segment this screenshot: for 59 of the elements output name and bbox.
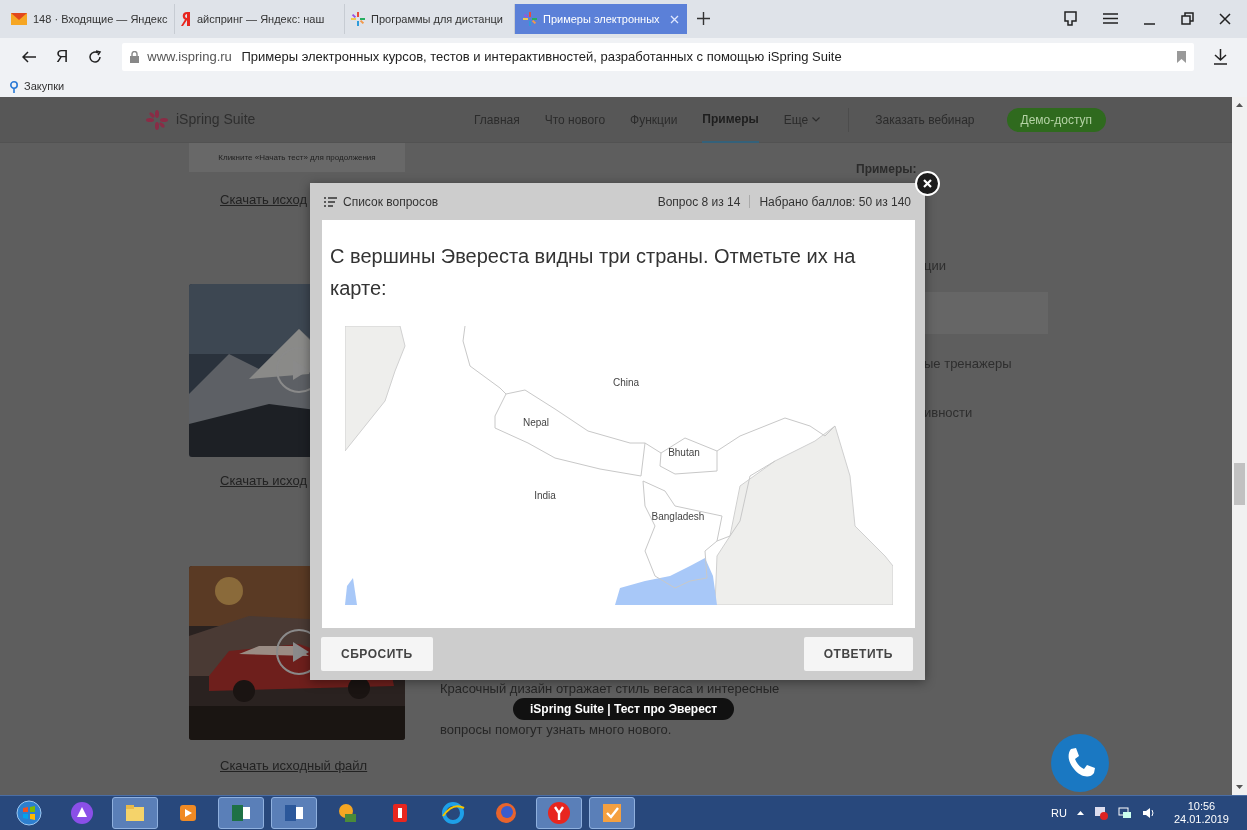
quiz-button[interactable]: СБРОСИТЬ: [321, 637, 433, 671]
browser-logo[interactable]: Я: [56, 44, 69, 70]
mail-icon: [11, 13, 27, 25]
map-drawing[interactable]: China Nepal Bhutan India Bangladesh: [345, 326, 893, 605]
browser-tab[interactable]: айспринг — Яндекс: наш: [175, 4, 345, 34]
yandex-icon: [181, 12, 191, 26]
score-text: Набрано баллов: 50 из 140: [759, 193, 911, 211]
close-icon[interactable]: [1219, 12, 1231, 25]
menu-icon[interactable]: [1103, 13, 1118, 24]
phone-button[interactable]: [1050, 733, 1110, 793]
volume-icon[interactable]: [1141, 806, 1156, 820]
bookmark-icon[interactable]: [1177, 51, 1186, 63]
taskbar-button[interactable]: [218, 797, 264, 829]
scrollbar[interactable]: [1232, 97, 1247, 795]
question-counter: Вопрос 8 из 14: [657, 193, 741, 211]
browser-tab[interactable]: 148 · Входящие — Яндекс: [5, 4, 175, 34]
nav-link[interactable]: Примеры: [702, 97, 759, 143]
tooltip: iSpring Suite | Тест про Эверест: [513, 698, 735, 720]
map-label: Nepal: [522, 417, 550, 428]
flag-icon[interactable]: [1093, 806, 1108, 820]
arrow-up-icon[interactable]: [1236, 103, 1243, 107]
reload-icon[interactable]: [88, 50, 103, 64]
assistant-icon: [69, 800, 95, 826]
map-label: China: [612, 377, 640, 388]
clock[interactable]: 10:56 24.01.2019: [1173, 800, 1229, 826]
map-label: Bangladesh: [651, 511, 705, 522]
browser-tab[interactable]: Примеры электронных: [515, 4, 687, 34]
address-field[interactable]: www.ispring.ru Примеры электронных курсов, тестов и интерактивностей, разработанных с помощью iSpring Suite: [122, 43, 1194, 71]
demo-button[interactable]: Демо-доступ: [1006, 107, 1107, 132]
question-list-button[interactable]: Список вопросов: [324, 192, 439, 211]
bookmark[interactable]: Закупки: [10, 78, 65, 95]
list-icon: [324, 196, 337, 207]
back-icon[interactable]: [22, 51, 36, 63]
description-text: вопросы помогут узнать много нового.: [440, 722, 672, 738]
network-icon[interactable]: [1117, 806, 1132, 820]
new-tab-icon[interactable]: [697, 12, 710, 25]
arrow-down-icon[interactable]: [1236, 785, 1243, 789]
taskbar-button[interactable]: [271, 797, 317, 829]
download-link[interactable]: Скачать исход: [189, 190, 307, 210]
pin-icon: [10, 80, 18, 93]
download-link[interactable]: Скачать исход: [189, 471, 307, 491]
scrollbar-thumb[interactable]: [1234, 463, 1245, 505]
language-indicator[interactable]: RU: [1051, 804, 1067, 822]
download-link[interactable]: Скачать исходный файл: [189, 756, 368, 776]
taskbar-button[interactable]: [536, 797, 582, 829]
star-icon: [351, 12, 365, 26]
lock-icon: [130, 51, 140, 63]
start-icon: [16, 800, 42, 826]
hint-card: Кликните «Начать тест» для продолжения: [189, 143, 405, 172]
globe-icon: [440, 800, 466, 826]
address-text: www.ispring.ru Примеры электронных курсов, тестов и интерактивностей, разработанных с помощью iSpring Suite: [147, 48, 842, 67]
download-icon[interactable]: [1214, 49, 1227, 65]
expand-icon[interactable]: [1076, 811, 1084, 815]
restore-icon[interactable]: [1181, 12, 1194, 25]
star-icon: [523, 12, 537, 26]
quiz-button[interactable]: ОТВЕТИТЬ: [803, 637, 913, 671]
map-label: Bhutan: [668, 447, 700, 458]
question-text: С вершины Эвереста видны три страны. Отметьте их на карте:: [329, 244, 857, 301]
map-label: India: [534, 490, 556, 501]
